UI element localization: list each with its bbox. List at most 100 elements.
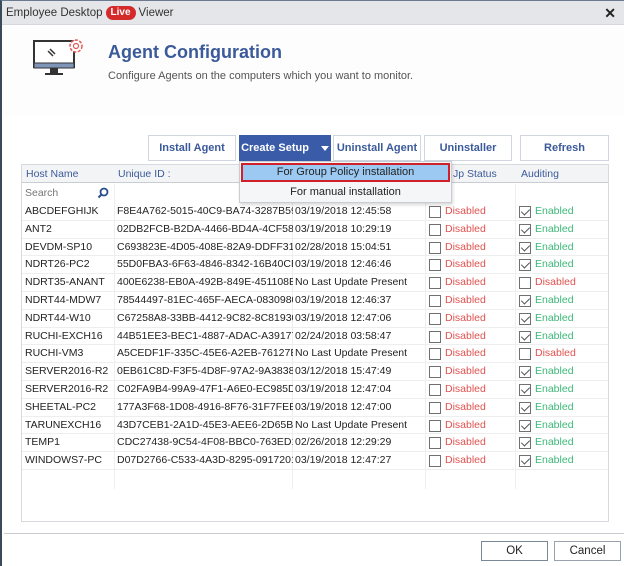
install-agent-button[interactable]: Install Agent (148, 135, 236, 161)
up-status-checkbox[interactable] (429, 312, 441, 325)
table-row[interactable]: TEMP1 CDC27438-9C54-4F08-BBC0-763ED18... 0… (22, 434, 608, 453)
cancel-button[interactable]: Cancel (554, 541, 621, 561)
table-row[interactable]: NDRT44-W10 C67258A8-33BB-4412-9C82-8C8193… (22, 310, 608, 328)
up-status-label: Disabled (445, 454, 486, 467)
up-status-checkbox[interactable] (429, 241, 441, 254)
menu-item-manual-installation[interactable]: For manual installation (241, 183, 450, 202)
up-status-label: Disabled (445, 294, 486, 306)
up-status-checkbox[interactable] (429, 419, 441, 432)
uninstaller-button[interactable]: Uninstaller (424, 135, 512, 161)
unique-id-cell: 44B51EE3-BEC1-4887-ADAC-A39177... (117, 329, 293, 342)
table-row[interactable]: RUCHI-EXCH16 44B51EE3-BEC1-4887-ADAC-A391… (22, 328, 608, 346)
auditing-checkbox[interactable] (519, 312, 531, 325)
auditing-label: Enabled (535, 205, 574, 217)
up-status-label: Disabled (445, 311, 486, 324)
auditing-checkbox[interactable] (519, 241, 531, 254)
auditing-checkbox[interactable] (519, 206, 531, 218)
auditing-checkbox[interactable] (519, 223, 531, 236)
auditing-checkbox[interactable] (519, 366, 531, 379)
host-name-cell: RUCHI-EXCH16 (25, 329, 103, 342)
column-header-host-name[interactable]: Host Name (26, 168, 79, 180)
table-row[interactable]: NDRT44-MDW7 78544497-81EC-465F-AECA-08309… (22, 292, 608, 310)
unique-id-cell: C02FA9B4-99A9-47F1-A6E0-EC985DA... (117, 383, 293, 395)
up-status-checkbox[interactable] (429, 366, 441, 379)
up-status-checkbox[interactable] (429, 384, 441, 396)
column-header-unique-id[interactable]: Unique ID : (118, 168, 171, 180)
auditing-checkbox[interactable] (519, 330, 531, 343)
last-update-cell: No Last Update Present (295, 276, 408, 289)
auditing-label: Disabled (535, 276, 576, 289)
host-name-cell: NDRT35-ANANT (25, 276, 105, 289)
last-update-cell: 02/26/2018 12:29:29 (295, 436, 392, 449)
table-row[interactable]: SHEETAL-PC2 177A3F68-1D08-4916-8F76-31F7F… (22, 399, 608, 417)
footer-divider (4, 533, 624, 534)
auditing-checkbox[interactable] (519, 348, 531, 361)
search-icon[interactable] (97, 187, 109, 199)
uninstall-agent-button[interactable]: Uninstall Agent (333, 135, 421, 161)
auditing-checkbox[interactable] (519, 384, 531, 396)
last-update-cell: 03/19/2018 10:29:19 (295, 222, 392, 235)
up-status-checkbox[interactable] (429, 295, 441, 307)
last-update-cell: 03/19/2018 12:47:04 (295, 383, 392, 395)
title-bar: Employee Desktop Live Viewer ✕ (2, 1, 624, 25)
table-row[interactable]: SERVER2016-R2 C02FA9B4-99A9-47F1-A6E0-EC9… (22, 381, 608, 399)
table-row[interactable]: RUCHI-VM3 A5CEDF1F-335C-45E6-A2EB-76127E3… (22, 345, 608, 364)
unique-id-cell: 78544497-81EC-465F-AECA-08309805... (117, 294, 293, 306)
up-status-label: Disabled (445, 347, 486, 360)
last-update-cell: No Last Update Present (295, 418, 408, 431)
auditing-checkbox[interactable] (519, 259, 531, 272)
auditing-label: Enabled (535, 383, 574, 395)
table-row[interactable]: NDRT26-PC2 55D0FBA3-6F63-4846-8342-16B40C… (22, 256, 608, 275)
auditing-checkbox[interactable] (519, 277, 531, 290)
table-row[interactable]: TARUNEXCH16 43D7CEB1-2A1D-45E3-AEE6-2D65B… (22, 417, 608, 435)
host-name-cell: WINDOWS7-PC (25, 454, 102, 467)
column-header-up-status[interactable]: Jp Status (453, 168, 497, 180)
unique-id-cell: CDC27438-9C54-4F08-BBC0-763ED18... (117, 436, 293, 449)
up-status-checkbox[interactable] (429, 206, 441, 218)
column-header-auditing[interactable]: Auditing (521, 168, 559, 180)
up-status-checkbox[interactable] (429, 455, 441, 468)
chevron-down-icon (320, 145, 329, 151)
auditing-checkbox[interactable] (519, 419, 531, 432)
create-setup-dropdown: For Group Policy installation For manual… (239, 161, 452, 203)
close-button[interactable]: ✕ (604, 5, 616, 22)
up-status-checkbox[interactable] (429, 223, 441, 236)
up-status-checkbox[interactable] (429, 401, 441, 414)
up-status-checkbox[interactable] (429, 437, 441, 450)
auditing-checkbox[interactable] (519, 401, 531, 414)
window-title: Employee Desktop Live Viewer (6, 6, 174, 20)
unique-id-cell: F8E4A762-5015-40C9-BA74-3287B597... (117, 205, 293, 217)
ok-button[interactable]: OK (481, 541, 548, 561)
table-row[interactable]: DEVDM-SP10 C693823E-4D05-408E-82A9-DDFF31… (22, 239, 608, 257)
table-row[interactable]: ANT2 02DB2FCB-B2DA-4466-BD4A-4CF586... 03/… (22, 221, 608, 239)
auditing-checkbox[interactable] (519, 295, 531, 307)
up-status-label: Disabled (445, 436, 486, 449)
auditing-label: Enabled (535, 222, 574, 235)
up-status-checkbox[interactable] (429, 348, 441, 361)
menu-item-group-policy[interactable]: For Group Policy installation (241, 163, 450, 182)
table-row[interactable]: SERVER2016-R2 0EB61C8D-F3F5-4D8F-97A2-9A3… (22, 363, 608, 381)
auditing-checkbox[interactable] (519, 455, 531, 468)
up-status-checkbox[interactable] (429, 277, 441, 290)
unique-id-cell: C693823E-4D05-408E-82A9-DDFF313... (117, 240, 293, 253)
host-search-input[interactable] (25, 186, 105, 200)
table-row[interactable]: NDRT35-ANANT 400E6238-EB0A-492B-849E-4511… (22, 274, 608, 292)
unique-id-cell: 55D0FBA3-6F63-4846-8342-16B40CB... (117, 258, 293, 271)
unique-id-cell: 02DB2FCB-B2DA-4466-BD4A-4CF586... (117, 222, 293, 235)
up-status-checkbox[interactable] (429, 259, 441, 272)
up-status-checkbox[interactable] (429, 330, 441, 343)
unique-id-cell: 43D7CEB1-2A1D-45E3-AEE6-2D65B9... (117, 418, 293, 431)
create-setup-button[interactable]: Create Setup (239, 135, 331, 161)
host-name-cell: TARUNEXCH16 (25, 418, 102, 431)
auditing-label: Enabled (535, 240, 574, 253)
table-row[interactable]: ABCDEFGHIJK F8E4A762-5015-40C9-BA74-3287B… (22, 203, 608, 221)
auditing-label: Enabled (535, 294, 574, 306)
title-prefix: Employee Desktop (6, 7, 103, 19)
refresh-button[interactable]: Refresh (520, 135, 609, 161)
table-row[interactable]: WINDOWS7-PC D07D2766-C533-4A3D-8295-09172… (22, 452, 608, 470)
auditing-checkbox[interactable] (519, 437, 531, 450)
up-status-label: Disabled (445, 383, 486, 395)
create-setup-label: Create Setup (241, 142, 309, 154)
auditing-label: Enabled (535, 454, 574, 467)
last-update-cell: 02/24/2018 03:58:47 (295, 329, 392, 342)
